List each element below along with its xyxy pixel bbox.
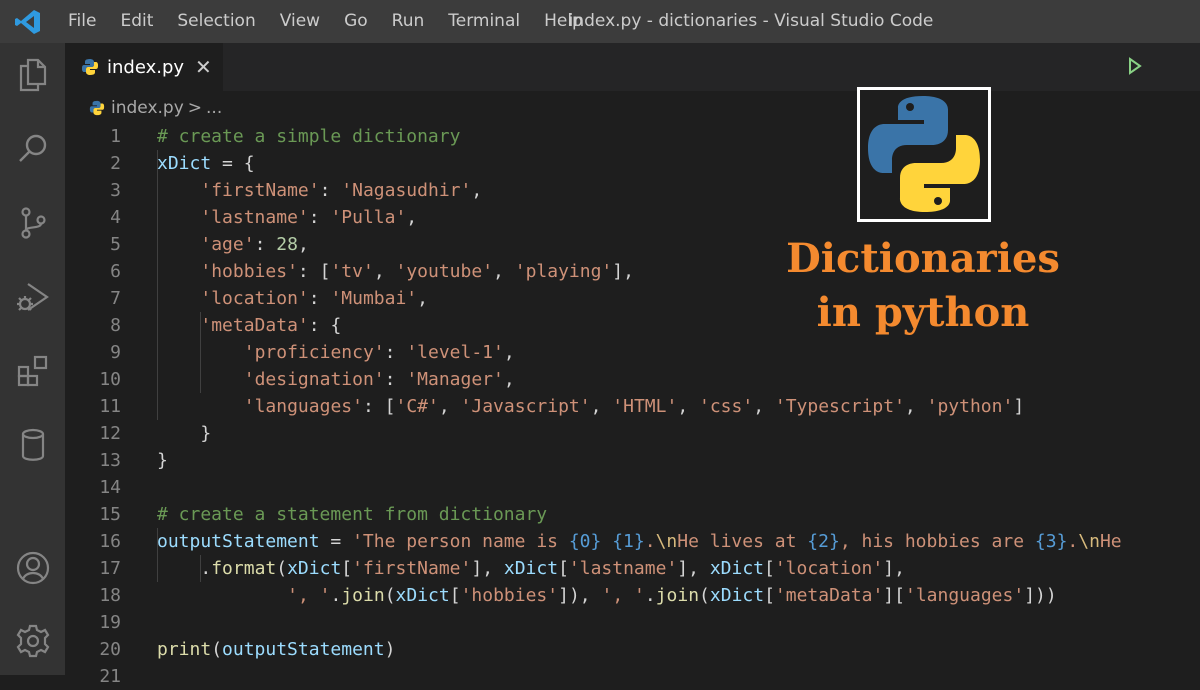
overlay-title-line1: Dictionaries xyxy=(786,235,1060,282)
code-line[interactable]: 16 outputStatement = 'The person name is … xyxy=(65,528,1200,555)
code-line[interactable]: 14 xyxy=(65,474,1200,501)
code-text: # create a statement from dictionary xyxy=(157,504,548,525)
code-text: 'hobbies': ['tv', 'youtube', 'playing'], xyxy=(200,261,634,282)
line-number: 21 xyxy=(99,666,121,687)
code-text: outputStatement = 'The person name is {0… xyxy=(157,531,1122,552)
code-text: 'firstName': 'Nagasudhir', xyxy=(200,180,483,201)
code-line[interactable]: 12 } xyxy=(65,420,1200,447)
code-text: } xyxy=(200,423,212,444)
python-file-icon xyxy=(89,100,105,116)
line-number: 10 xyxy=(99,369,121,390)
code-text: print(outputStatement) xyxy=(157,639,396,660)
code-text: } xyxy=(157,450,168,471)
line-number: 19 xyxy=(99,612,121,633)
editor-area: index.py ✕ index.py > ... 1 # create a si… xyxy=(65,43,1200,687)
code-text: 'location': 'Mumbai', xyxy=(200,288,428,309)
line-number: 18 xyxy=(99,585,121,606)
line-number: 15 xyxy=(99,504,121,525)
menu-terminal[interactable]: Terminal xyxy=(436,0,532,43)
breadcrumb: index.py > ... xyxy=(89,95,222,121)
code-line[interactable]: 20 print(outputStatement) xyxy=(65,636,1200,663)
menu-go[interactable]: Go xyxy=(332,0,380,43)
code-text: 'age': 28, xyxy=(200,234,309,255)
line-number: 7 xyxy=(110,288,121,309)
title-bar: File Edit Selection View Go Run Terminal… xyxy=(0,0,1200,43)
activity-bar xyxy=(0,43,65,675)
code-line[interactable]: 17 .format(xDict['firstName'], xDict['la… xyxy=(65,555,1200,582)
code-text: # create a simple dictionary xyxy=(157,126,461,147)
database-icon[interactable] xyxy=(0,417,65,473)
menu-file[interactable]: File xyxy=(56,0,108,43)
line-number: 8 xyxy=(110,315,121,336)
menu-run[interactable]: Run xyxy=(380,0,437,43)
line-number: 14 xyxy=(99,477,121,498)
code-line[interactable]: 10 'designation': 'Manager', xyxy=(65,366,1200,393)
settings-gear-icon[interactable] xyxy=(0,613,65,669)
breadcrumb-more[interactable]: ... xyxy=(206,98,222,118)
code-line[interactable]: 19 xyxy=(65,609,1200,636)
overlay-title: Dictionaries in python xyxy=(740,232,1106,340)
code-line[interactable]: 15 # create a statement from dictionary xyxy=(65,501,1200,528)
files-icon[interactable] xyxy=(0,47,65,103)
code-line[interactable]: 11 'languages': ['C#', 'Javascript', 'HT… xyxy=(65,393,1200,420)
code-text: .format(xDict['firstName'], xDict['lastn… xyxy=(200,558,905,579)
line-number: 3 xyxy=(110,180,121,201)
code-text: 'languages': ['C#', 'Javascript', 'HTML'… xyxy=(243,396,1025,417)
tab-label: index.py xyxy=(107,56,185,78)
line-number: 12 xyxy=(99,423,121,444)
code-line[interactable]: 13} xyxy=(65,447,1200,474)
line-number: 4 xyxy=(110,207,121,228)
line-number: 13 xyxy=(99,450,121,471)
menu-view[interactable]: View xyxy=(268,0,332,43)
run-file-button[interactable] xyxy=(1127,57,1143,79)
breadcrumb-separator: > xyxy=(187,98,203,118)
menu-selection[interactable]: Selection xyxy=(165,0,267,43)
code-line[interactable]: 18 ', '.join(xDict['hobbies']), ', '.joi… xyxy=(65,582,1200,609)
menu-edit[interactable]: Edit xyxy=(108,0,165,43)
code-line[interactable]: 3 'firstName': 'Nagasudhir', xyxy=(65,177,1200,204)
search-icon[interactable] xyxy=(0,121,65,177)
code-text: 'metaData': { xyxy=(200,315,342,336)
code-line[interactable]: 21 xyxy=(65,663,1200,690)
line-number: 9 xyxy=(110,342,121,363)
line-number: 16 xyxy=(99,531,121,552)
code-text: 'designation': 'Manager', xyxy=(243,369,515,390)
overlay-title-line2: in python xyxy=(816,289,1030,336)
code-text: 'proficiency': 'level-1', xyxy=(243,342,515,363)
code-text: 'lastname': 'Pulla', xyxy=(200,207,418,228)
code-line[interactable]: 1 # create a simple dictionary xyxy=(65,123,1200,150)
line-number: 5 xyxy=(110,234,121,255)
line-number: 2 xyxy=(110,153,121,174)
code-line[interactable]: 4 'lastname': 'Pulla', xyxy=(65,204,1200,231)
code-line[interactable]: 9 'proficiency': 'level-1', xyxy=(65,339,1200,366)
run-debug-icon[interactable] xyxy=(0,269,65,325)
code-editor[interactable]: 1 # create a simple dictionary 2 xDict = { 3… xyxy=(65,123,1200,687)
line-number: 17 xyxy=(99,558,121,579)
source-control-icon[interactable] xyxy=(0,195,65,251)
extensions-icon[interactable] xyxy=(0,343,65,399)
line-number: 11 xyxy=(99,396,121,417)
code-text: xDict = { xyxy=(157,153,255,174)
python-file-icon xyxy=(81,58,99,76)
code-line[interactable]: 2 xDict = { xyxy=(65,150,1200,177)
account-icon[interactable] xyxy=(0,540,65,596)
code-text: ', '.join(xDict['hobbies']), ', '.join(x… xyxy=(287,585,1057,606)
tab-index-py[interactable]: index.py ✕ xyxy=(65,43,223,91)
line-number: 6 xyxy=(110,261,121,282)
close-icon[interactable]: ✕ xyxy=(195,55,212,79)
menu-help[interactable]: Help xyxy=(532,0,595,43)
python-logo-icon xyxy=(857,87,991,222)
line-number: 20 xyxy=(99,639,121,660)
line-number: 1 xyxy=(110,126,121,147)
breadcrumb-file[interactable]: index.py xyxy=(111,98,184,118)
vscode-logo-icon[interactable] xyxy=(0,0,56,43)
tab-bar: index.py ✕ xyxy=(65,43,1200,91)
